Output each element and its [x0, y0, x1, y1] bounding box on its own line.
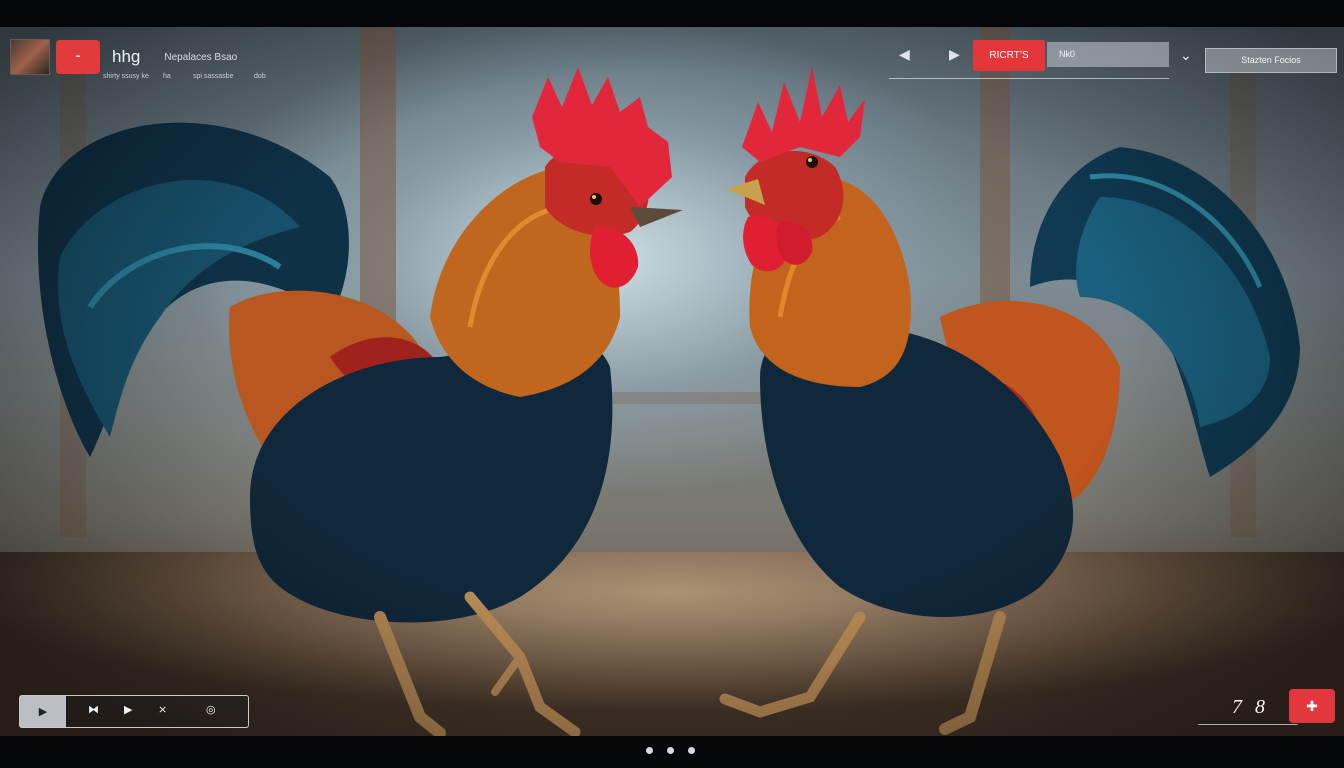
video-title: hhg: [112, 47, 141, 66]
search-field[interactable]: Nk0: [1047, 42, 1169, 67]
meta-text: shirty ssusy ke: [103, 73, 149, 80]
page-dot[interactable]: [646, 747, 653, 754]
volume-icon[interactable]: ◀: [899, 46, 910, 63]
divider: [1198, 724, 1298, 725]
play-icon[interactable]: ▶: [949, 46, 960, 63]
next-icon[interactable]: ▶: [124, 703, 132, 716]
settings-icon[interactable]: ◎: [206, 703, 216, 716]
top-toolbar: ◀ ▶ RICRT’S Nk0: [889, 40, 1169, 79]
video-subtitle: Nepalaces Bsao: [164, 51, 238, 63]
shuffle-icon[interactable]: ⨯: [158, 703, 167, 716]
add-button[interactable]: ✚: [1289, 689, 1335, 723]
transport-controls: ▶ ⧓ ▶ ⨯ ◎: [19, 695, 249, 728]
page-dot[interactable]: [688, 747, 695, 754]
source-dropdown[interactable]: Stazten Focios: [1205, 48, 1337, 73]
plus-icon: ✚: [1306, 697, 1318, 714]
channel-thumbnail[interactable]: [10, 39, 50, 75]
pagination-dots: [646, 747, 695, 754]
skip-icon[interactable]: ⧓: [88, 703, 99, 716]
subscribe-button[interactable]: ⁃: [56, 40, 100, 74]
vignette-overlay: [0, 27, 1344, 736]
score-counter: 7 8: [1232, 696, 1269, 718]
meta-text: spi sassasbe: [193, 73, 234, 80]
top-letterbox: [0, 0, 1344, 27]
video-stage[interactable]: [0, 27, 1344, 736]
record-button[interactable]: RICRT’S: [973, 40, 1045, 71]
subscribe-icon: ⁃: [74, 49, 82, 64]
play-button[interactable]: ▶: [20, 696, 66, 727]
meta-text: dob: [254, 73, 266, 80]
channel-header: ⁃ hhg Nepalaces Bsao: [10, 39, 237, 75]
page-dot[interactable]: [667, 747, 674, 754]
meta-text: ha: [163, 73, 171, 80]
chevron-down-icon[interactable]: ⌄: [1180, 47, 1192, 64]
